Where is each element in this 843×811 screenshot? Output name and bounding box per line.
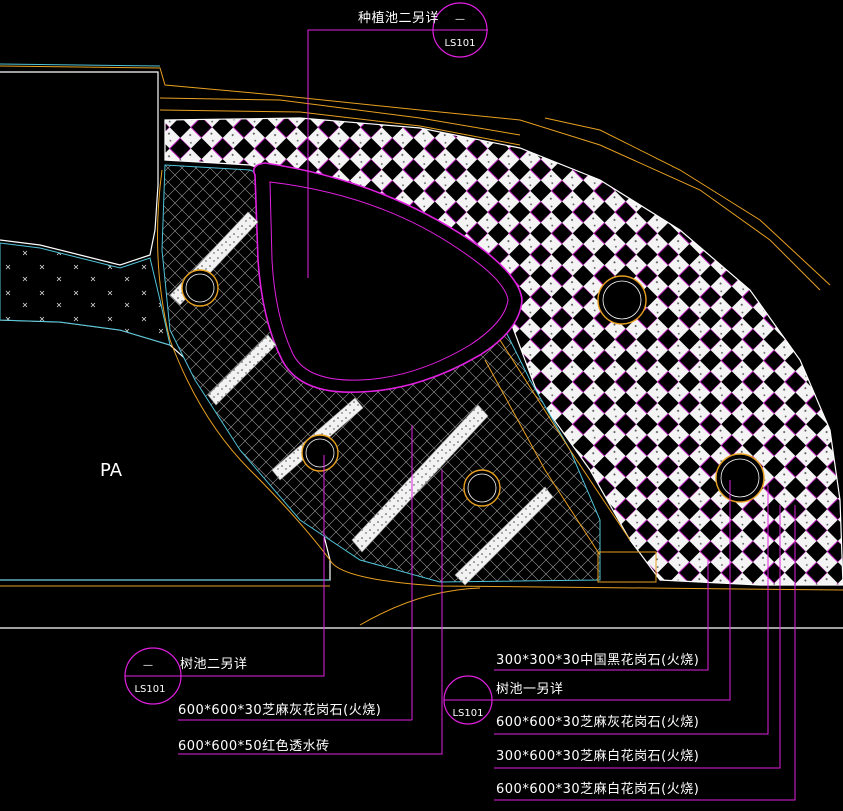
material-label: 600*600*30芝麻灰花岗石(火烧) bbox=[496, 714, 699, 730]
bubble-top-text: — bbox=[455, 14, 465, 25]
callout-text: 种植池二另详 bbox=[358, 11, 439, 26]
bubble-top-text: — bbox=[143, 660, 153, 671]
bubble-ref-text: LS101 bbox=[452, 708, 483, 719]
area-label: PA bbox=[100, 460, 123, 481]
material-label: 600*600*30芝麻灰花岗石(火烧) bbox=[178, 702, 381, 718]
material-label: 600*600*50红色透水砖 bbox=[178, 738, 330, 754]
material-label: 600*600*30芝麻白花岗石(火烧) bbox=[496, 781, 699, 797]
material-label: 300*300*30中国黑花岗石(火烧) bbox=[496, 652, 699, 668]
callout-text: 树池二另详 bbox=[180, 657, 248, 672]
material-label: 300*600*30芝麻白花岗石(火烧) bbox=[496, 748, 699, 764]
callout-text: 树池一另详 bbox=[496, 682, 564, 697]
bubble-ref-text: LS101 bbox=[444, 38, 475, 49]
starred-strip bbox=[0, 242, 171, 346]
cad-drawing: PA — LS101 种植池二另详 — LS101 树池二另详 LS101 树池… bbox=[0, 2, 843, 801]
block-outline-left bbox=[0, 71, 159, 266]
material-labels: 300*300*30中国黑花岗石(火烧) 600*600*30芝麻灰花岗石(火烧… bbox=[178, 652, 699, 797]
bubble-ref-text: LS101 bbox=[134, 684, 165, 695]
